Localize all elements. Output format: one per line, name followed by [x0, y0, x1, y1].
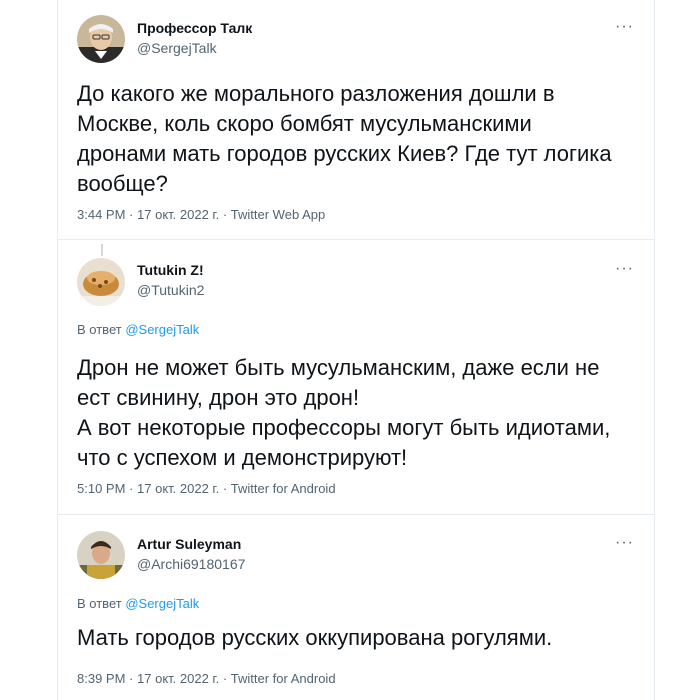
- author-name[interactable]: Профессор Талк: [137, 20, 252, 36]
- more-options-icon[interactable]: ···: [615, 260, 634, 278]
- author-handle[interactable]: @Tutukin2: [137, 282, 204, 298]
- more-options-icon[interactable]: ···: [615, 18, 634, 36]
- meta-separator: ·: [129, 207, 134, 222]
- meta-separator: ·: [222, 481, 228, 496]
- tweet[interactable]: Artur Suleyman @Archi69180167 ··· В отве…: [58, 515, 654, 700]
- reply-mention-link[interactable]: @SergejTalk: [125, 596, 199, 611]
- author-handle[interactable]: @Archi69180167: [137, 556, 245, 572]
- tweet-text: Мать городов русских оккупирована рогуля…: [77, 625, 553, 650]
- tweet[interactable]: Профессор Талк @SergejTalk ··· До какого…: [58, 0, 654, 240]
- tweet-text: До какого же морального разложения дошли…: [77, 81, 612, 196]
- avatar[interactable]: [77, 15, 125, 63]
- tweet-source[interactable]: Twitter Web App: [231, 207, 325, 222]
- meta-separator: ·: [129, 481, 134, 496]
- tweet-time[interactable]: 5:10 PM: [77, 481, 125, 496]
- tweet-date[interactable]: 17 окт. 2022 г.: [137, 207, 219, 222]
- tweet-text: Дрон не может быть мусульманским, даже е…: [77, 355, 611, 470]
- tweet-meta: 8:39 PM · 17 окт. 2022 г. · Twitter for …: [77, 671, 336, 686]
- meta-separator: ·: [129, 671, 134, 686]
- author-name[interactable]: Tutukin Z!: [137, 262, 204, 278]
- tweet-meta: 5:10 PM · 17 окт. 2022 г. · Twitter for …: [77, 481, 336, 496]
- reply-prefix: В ответ: [77, 596, 122, 611]
- tweet-source[interactable]: Twitter for Android: [231, 481, 336, 496]
- tweet-date[interactable]: 17 окт. 2022 г.: [137, 671, 219, 686]
- reply-context: В ответ @SergejTalk: [77, 322, 199, 337]
- reply-context: В ответ @SergejTalk: [77, 596, 199, 611]
- meta-separator: ·: [222, 207, 228, 222]
- meta-separator: ·: [222, 671, 228, 686]
- author-handle[interactable]: @SergejTalk: [137, 40, 217, 56]
- avatar[interactable]: [77, 531, 125, 579]
- more-options-icon[interactable]: ···: [615, 534, 634, 552]
- reply-mention-link[interactable]: @SergejTalk: [125, 322, 199, 337]
- reply-prefix: В ответ: [77, 322, 122, 337]
- tweet-date[interactable]: 17 окт. 2022 г.: [137, 481, 219, 496]
- tweet-time[interactable]: 8:39 PM: [77, 671, 125, 686]
- avatar[interactable]: [77, 258, 125, 306]
- tweet-thread: Профессор Талк @SergejTalk ··· До какого…: [57, 0, 655, 700]
- tweet-source[interactable]: Twitter for Android: [231, 671, 336, 686]
- tweet-meta: 3:44 PM · 17 окт. 2022 г. · Twitter Web …: [77, 207, 325, 222]
- tweet-time[interactable]: 3:44 PM: [77, 207, 125, 222]
- author-name[interactable]: Artur Suleyman: [137, 536, 241, 552]
- tweet[interactable]: Tutukin Z! @Tutukin2 ··· В ответ @Sergej…: [58, 240, 654, 515]
